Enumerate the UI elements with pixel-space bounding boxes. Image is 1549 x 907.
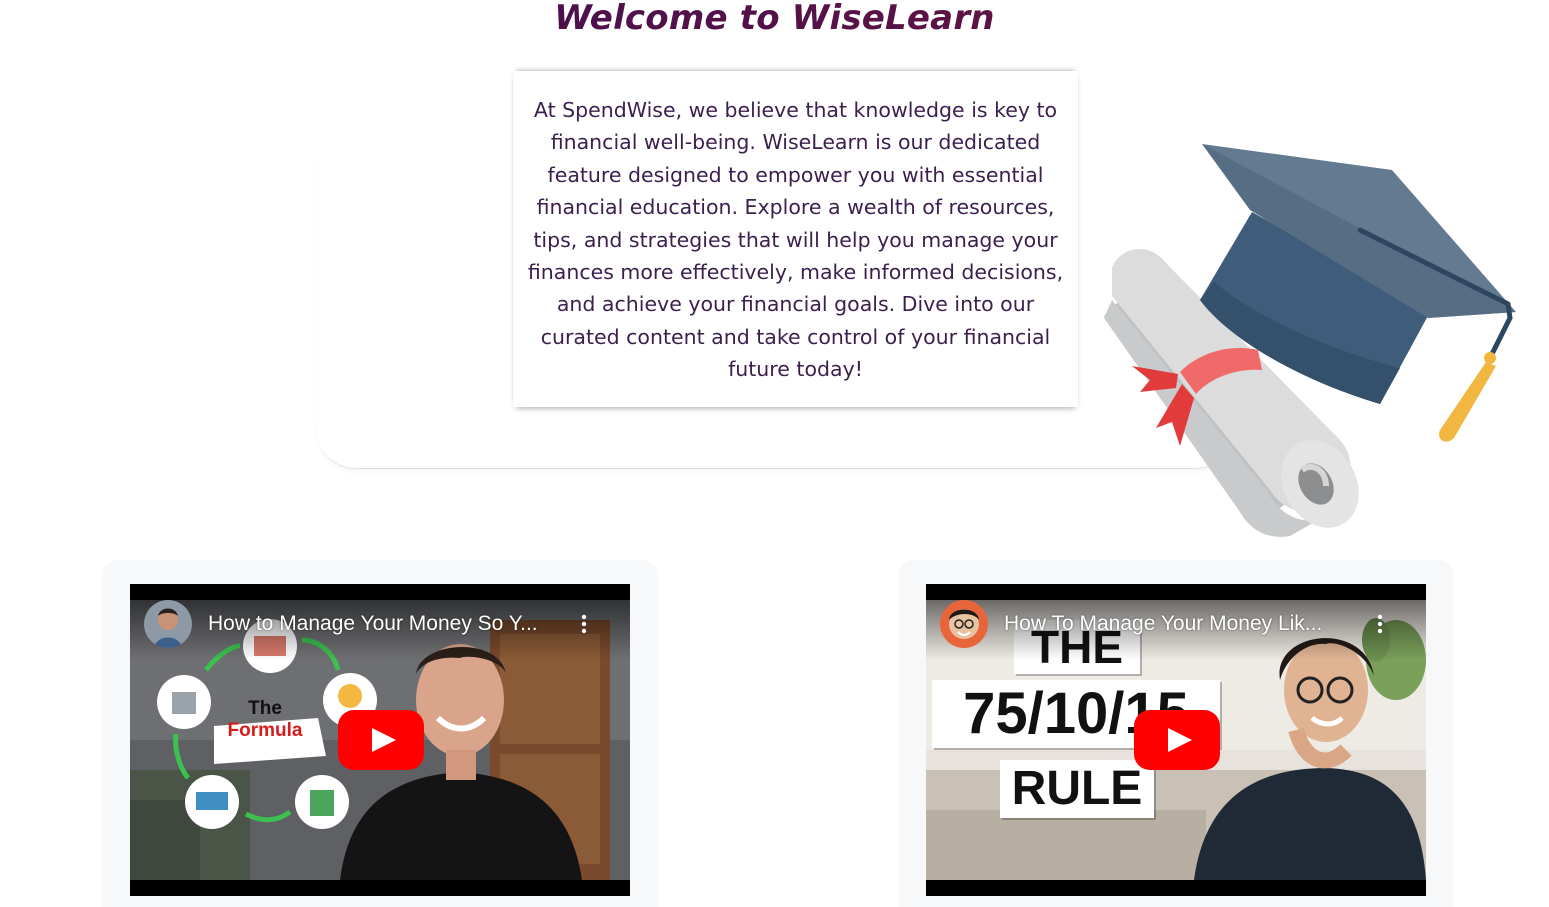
avatar-icon <box>940 600 988 648</box>
video-player-2[interactable]: THE 75/10/15 RULE How To Manage Your Mon… <box>926 584 1426 896</box>
channel-avatar[interactable] <box>940 600 988 648</box>
channel-avatar[interactable] <box>144 600 192 648</box>
youtube-play-icon[interactable] <box>338 710 424 770</box>
video-title-1[interactable]: How to Manage Your Money So Y... <box>208 611 578 637</box>
thumbnail-text-formula: Formula <box>227 720 303 741</box>
thumbnail-formula-badge: The Formula <box>210 692 320 752</box>
thumbnail-text-the: The <box>248 698 282 719</box>
more-vertical-icon[interactable] <box>1372 612 1388 636</box>
video-player-1[interactable]: The Formula How to Manage Your Money So … <box>130 584 630 896</box>
more-vertical-icon[interactable] <box>576 612 592 636</box>
youtube-play-icon[interactable] <box>1134 710 1220 770</box>
intro-text: At SpendWise, we believe that knowledge … <box>527 98 1064 382</box>
video-title-2[interactable]: How To Manage Your Money Lik... <box>1004 611 1374 637</box>
avatar-icon <box>144 600 192 648</box>
page-title: Welcome to WiseLearn <box>0 0 1549 38</box>
thumbnail-text-rule: RULE <box>1000 760 1154 818</box>
graduation-illustration <box>1104 144 1516 537</box>
wiselearn-page: Welcome to WiseLearn At SpendWise, we be… <box>0 0 1549 907</box>
